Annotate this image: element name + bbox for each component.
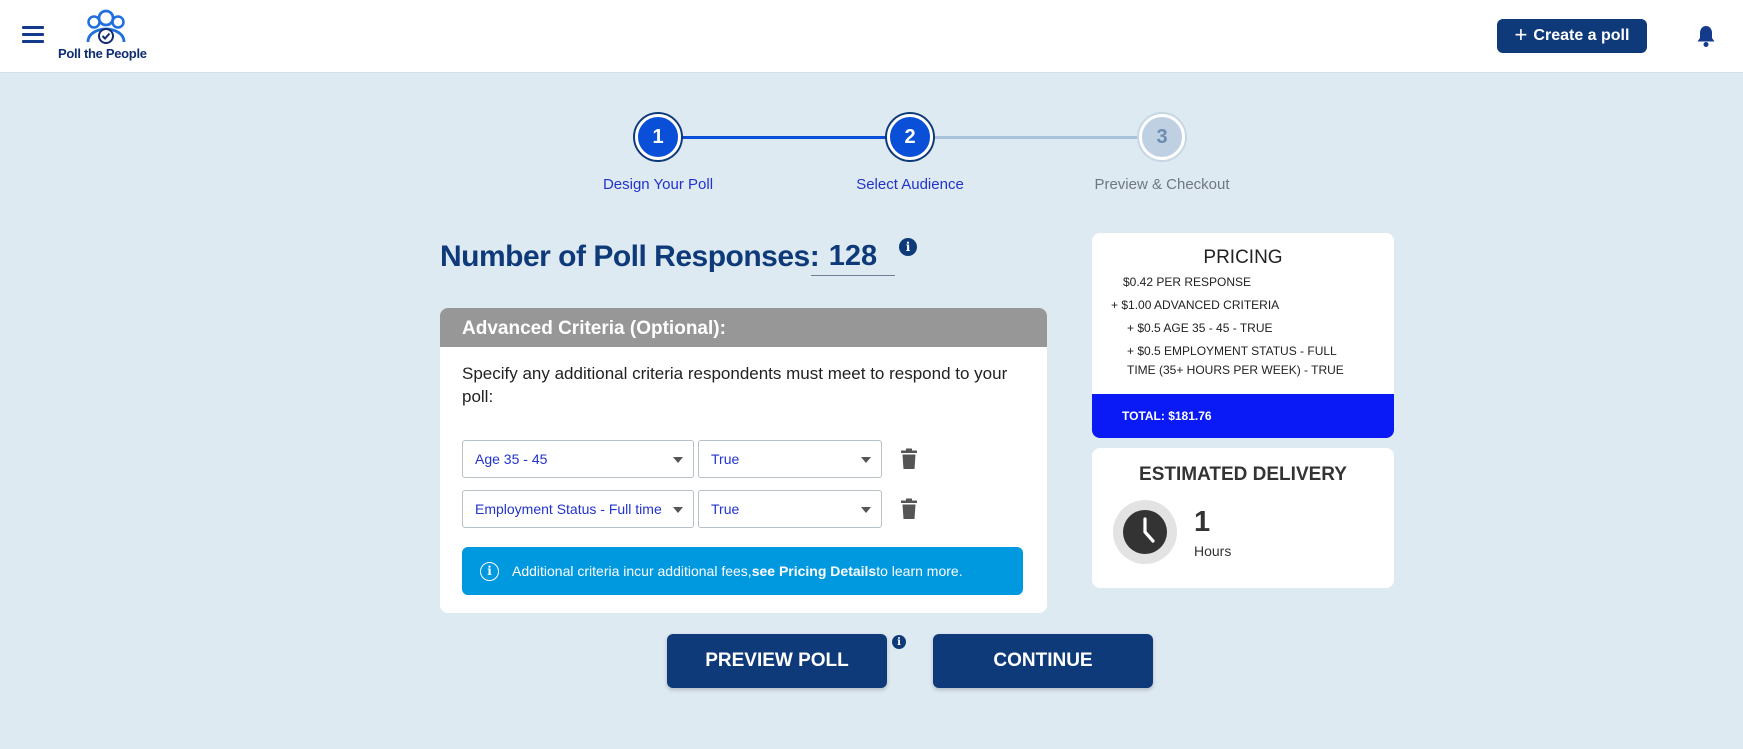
chevron-down-icon	[673, 457, 683, 463]
logo[interactable]: Poll the People	[58, 8, 154, 64]
responses-info-icon[interactable]: i	[899, 238, 917, 256]
pricing-line-employment-cont: TIME (35+ HOURS PER WEEK) - TRUE	[1127, 363, 1344, 377]
logo-text: Poll the People	[58, 46, 147, 61]
chevron-down-icon	[861, 507, 871, 513]
pricing-line-employment: + $0.5 EMPLOYMENT STATUS - FULL	[1127, 344, 1337, 358]
estimated-delivery-card: ESTIMATED DELIVERY 1 Hours	[1092, 448, 1394, 588]
plus-icon: +	[1514, 22, 1528, 47]
delivery-unit: Hours	[1194, 543, 1232, 559]
delete-criterion-1-trash-icon[interactable]	[900, 448, 918, 470]
notification-bell-icon[interactable]	[1695, 24, 1717, 48]
step-2-circle[interactable]: 2	[887, 114, 933, 160]
step-connector-2	[933, 136, 1161, 139]
additional-fees-notice: i Additional criteria incur additional f…	[462, 547, 1023, 595]
create-poll-button[interactable]: + Create a poll	[1497, 19, 1647, 53]
notice-text-after: to learn more.	[876, 563, 963, 579]
advanced-criteria-title: Advanced Criteria (Optional):	[440, 308, 1047, 347]
logo-people-icon	[86, 9, 126, 44]
pricing-line-per-response: $0.42 PER RESPONSE	[1123, 275, 1252, 289]
delete-criterion-2-trash-icon[interactable]	[900, 498, 918, 520]
create-poll-label: Create a poll	[1533, 27, 1630, 44]
criterion-select-2[interactable]: Employment Status - Full time	[462, 490, 694, 528]
chevron-down-icon	[861, 457, 871, 463]
pricing-details-link[interactable]: see Pricing Details	[752, 563, 877, 579]
step-2-label[interactable]: Select Audience	[810, 176, 1010, 193]
step-1-circle[interactable]: 1	[635, 114, 681, 160]
hamburger-menu-icon[interactable]	[22, 26, 44, 44]
criterion-select-1[interactable]: Age 35 - 45	[462, 440, 694, 478]
advanced-criteria-description: Specify any additional criteria responde…	[462, 364, 1008, 406]
clock-icon	[1113, 500, 1177, 564]
top-header: Poll the People + Create a poll	[0, 0, 1743, 73]
pricing-line-advanced: + $1.00 ADVANCED CRITERIA	[1111, 298, 1280, 312]
delivery-value: 1	[1194, 506, 1211, 538]
notice-text-before: Additional criteria incur additional fee…	[512, 563, 752, 579]
info-circle-icon: i	[480, 561, 499, 581]
step-3-circle: 3	[1139, 114, 1185, 160]
criterion-value-select-1[interactable]: True	[698, 440, 882, 478]
delivery-title: ESTIMATED DELIVERY	[1139, 464, 1347, 485]
responses-input[interactable]	[811, 238, 895, 276]
preview-info-icon[interactable]: i	[892, 635, 906, 649]
pricing-card: PRICING $0.42 PER RESPONSE + $1.00 ADVAN…	[1092, 233, 1394, 438]
pricing-title: PRICING	[1203, 247, 1283, 268]
step-connector-1	[681, 136, 909, 139]
pricing-line-age: + $0.5 AGE 35 - 45 - TRUE	[1127, 321, 1273, 335]
pricing-total: TOTAL: $181.76	[1092, 394, 1394, 438]
advanced-criteria-card: Advanced Criteria (Optional): Specify an…	[440, 308, 1047, 613]
criterion-value-select-2[interactable]: True	[698, 490, 882, 528]
chevron-down-icon	[673, 507, 683, 513]
preview-poll-button[interactable]: PREVIEW POLL	[667, 634, 887, 688]
step-1-label[interactable]: Design Your Poll	[558, 176, 758, 193]
continue-button[interactable]: CONTINUE	[933, 634, 1153, 688]
step-3-label: Preview & Checkout	[1094, 176, 1230, 193]
responses-label: Number of Poll Responses:	[440, 240, 820, 273]
